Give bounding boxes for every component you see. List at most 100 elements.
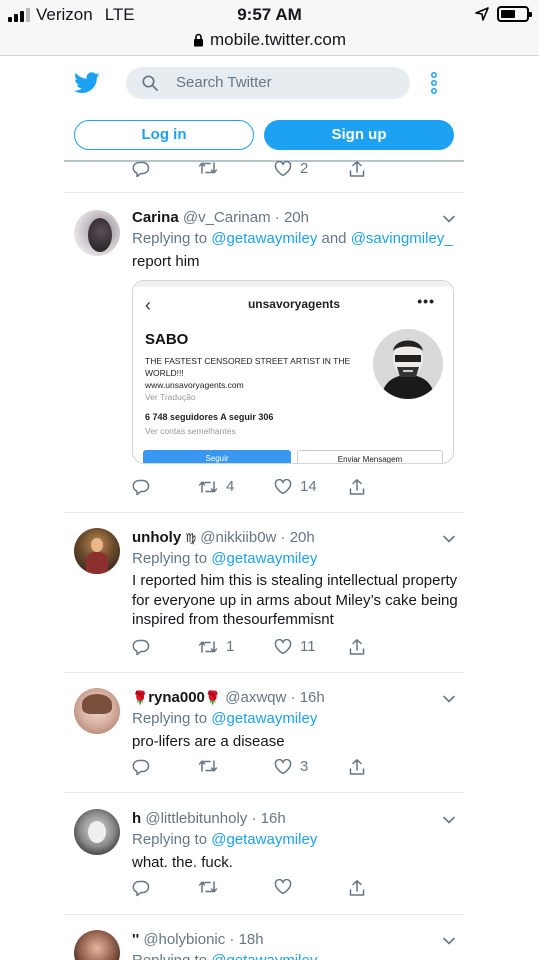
replying-to: Replying to @getawaymiley [132,831,317,848]
chevron-down-icon[interactable] [442,694,456,704]
mention-link[interactable]: @getawaymiley [211,952,317,960]
timestamp[interactable]: 18h [239,931,264,948]
tweet[interactable]: 🌹ryna000🌹 @axwqw · 16h Replying to @geta… [64,680,464,790]
name-badge: ♍ [185,531,197,545]
share-button[interactable] [348,879,366,897]
status-right [475,6,532,22]
tweet-header: h @littlebitunholy · 16h [132,810,286,827]
reply-button[interactable] [132,879,150,897]
like-button[interactable]: 11 [274,638,316,655]
replying-joiner: and [321,230,347,247]
avatar[interactable] [74,528,120,574]
display-name[interactable]: Carina [132,209,179,226]
location-arrow-icon [475,7,489,21]
display-name[interactable]: '' [132,931,139,948]
reply-button[interactable] [132,638,150,656]
share-icon [349,880,365,896]
timestamp[interactable]: 16h [261,810,286,827]
retweet-button[interactable] [198,160,218,176]
handle[interactable]: @v_Carinam [183,209,271,226]
twitter-header: Search Twitter Log in Sign up [64,58,464,164]
signup-button[interactable]: Sign up [264,120,454,150]
status-bar: Verizon LTE 9:57 AM [0,0,539,30]
reply-icon [132,880,150,897]
tweet-divider [64,792,464,793]
embedded-image[interactable]: ‹ unsavoryagents ••• SABO THE FASTEST CE… [132,280,454,464]
reply-icon [132,759,150,776]
share-icon [349,759,365,775]
retweet-count: 1 [226,638,235,655]
similar-accounts: Ver contas semelhantes [145,426,236,436]
chevron-down-icon[interactable] [442,815,456,825]
masked-portrait-icon [373,329,443,399]
like-count: 2 [300,160,309,177]
like-button[interactable]: 3 [274,758,308,775]
share-button[interactable] [348,758,366,776]
chevron-down-icon[interactable] [442,936,456,946]
url-bar[interactable]: mobile.twitter.com [0,30,539,56]
url-text: mobile.twitter.com [209,30,347,49]
login-button[interactable]: Log in [74,120,254,150]
like-count: 14 [300,478,317,495]
retweet-button[interactable]: 1 [198,638,234,655]
like-count: 11 [300,638,316,655]
chevron-down-icon[interactable] [442,534,456,544]
twitter-bird-icon[interactable] [74,72,100,94]
display-name[interactable]: unholy [132,529,181,546]
reply-button[interactable] [132,758,150,776]
tweet[interactable]: h @littlebitunholy · 16h Replying to @ge… [64,801,464,911]
chevron-down-icon[interactable] [442,214,456,224]
tweet[interactable]: unholy ♍ @nikkiib0w · 20h Replying to @g… [64,520,464,670]
share-icon [349,479,365,495]
retweet-button[interactable]: 4 [198,478,234,495]
avatar[interactable] [74,809,120,855]
mention-link[interactable]: @getawaymiley [211,710,317,727]
tweet-header: '' @holybionic · 18h [132,931,264,948]
timestamp[interactable]: 16h [300,689,325,706]
like-button[interactable]: 2 [274,160,308,177]
search-input[interactable]: Search Twitter [126,67,410,99]
profile-username: unsavoryagents [247,297,341,311]
tweet-header: unholy ♍ @nikkiib0w · 20h [132,529,315,546]
retweet-button[interactable] [198,758,218,774]
tweet[interactable]: '' @holybionic · 18h Replying to @getawa… [64,922,464,960]
tweet[interactable]: Carina @v_Carinam · 20h Replying to @get… [64,200,464,500]
retweet-count: 4 [226,478,235,495]
tweet-divider [64,672,464,673]
image-top-strip [133,281,453,287]
avatar[interactable] [74,930,120,960]
more-vertical-icon[interactable] [430,72,438,94]
timestamp[interactable]: 20h [290,529,315,546]
timestamp[interactable]: 20h [284,209,309,226]
mention-link[interactable]: @getawaymiley [211,230,317,247]
avatar[interactable] [74,688,120,734]
share-button[interactable] [348,638,366,656]
reply-button[interactable] [132,478,150,496]
heart-icon [274,638,292,654]
profile-picture [373,329,443,399]
reply-button[interactable] [132,160,150,178]
display-name[interactable]: h [132,810,141,827]
battery-icon [497,6,532,22]
handle[interactable]: @littlebitunholy [145,810,247,827]
retweet-icon [198,881,218,893]
retweet-button[interactable] [198,879,218,895]
display-name[interactable]: ryna000 [148,689,205,706]
mention-link[interactable]: @savingmiley_ [351,230,453,247]
like-button[interactable] [274,879,292,895]
replying-to: Replying to @getawaymiley and @savingmil… [132,230,453,247]
mention-link[interactable]: @getawaymiley [211,550,317,567]
search-placeholder: Search Twitter [176,74,272,91]
handle[interactable]: @holybionic [143,931,225,948]
like-button[interactable]: 14 [274,478,317,495]
mention-link[interactable]: @getawaymiley [211,831,317,848]
heart-icon [274,160,292,176]
share-button[interactable] [348,160,366,178]
retweet-icon [198,760,218,772]
replying-prefix: Replying to [132,230,208,247]
share-button[interactable] [348,478,366,496]
like-count: 3 [300,758,309,775]
handle[interactable]: @axwqw [225,689,286,706]
handle[interactable]: @nikkiib0w [200,529,276,546]
avatar[interactable] [74,210,120,256]
